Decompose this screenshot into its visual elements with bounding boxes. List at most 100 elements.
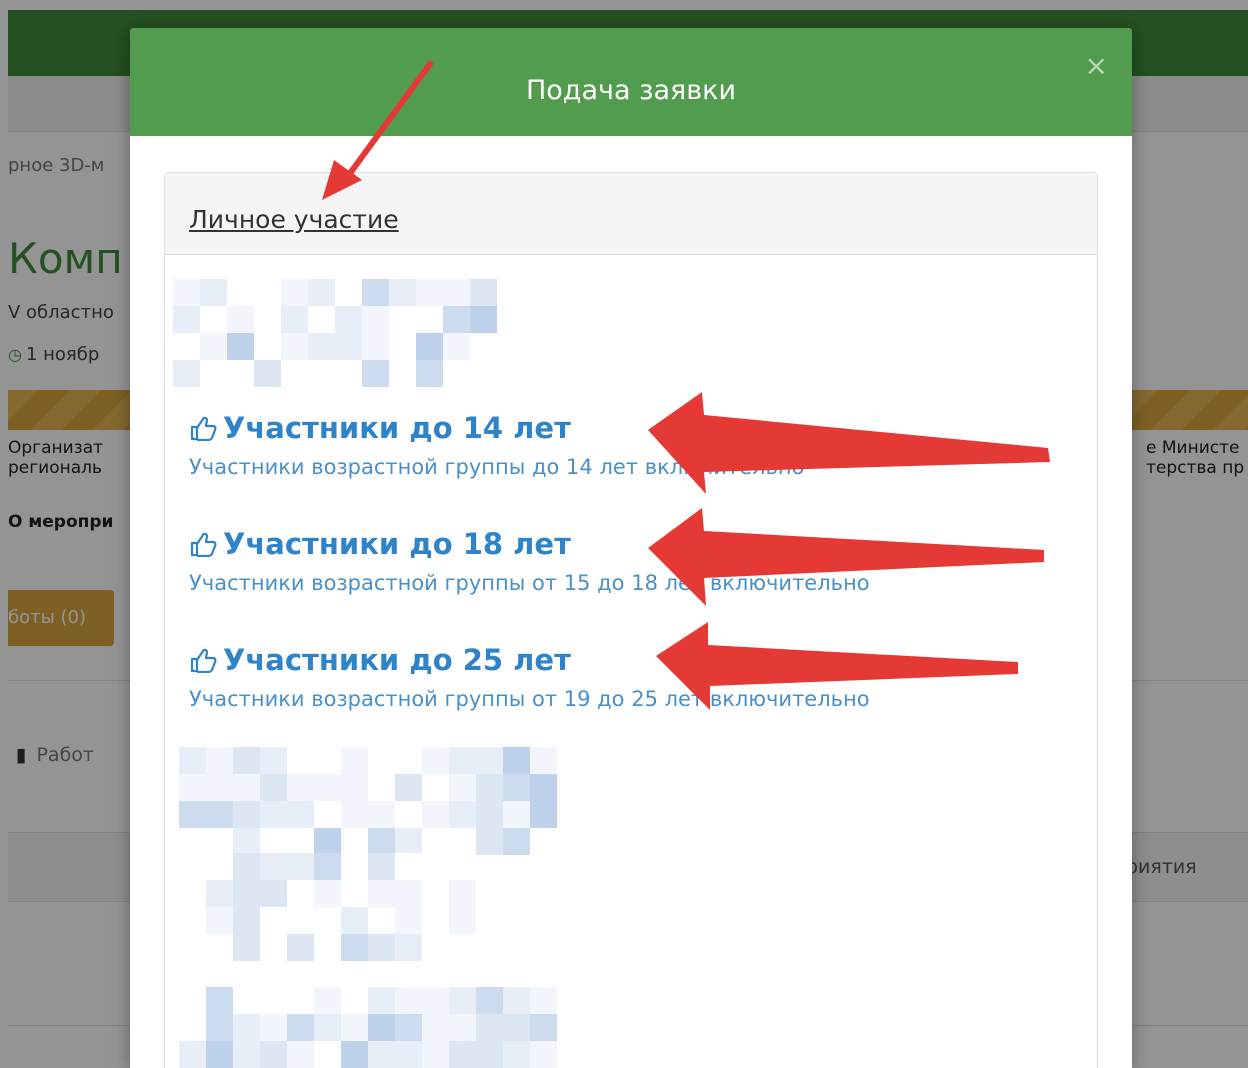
blur-pixel (179, 747, 206, 774)
option-title[interactable]: Участники до 18 лет (189, 525, 870, 563)
blur-pixel (308, 306, 335, 333)
blur-pixel (503, 774, 530, 801)
blur-pixel (308, 333, 335, 360)
blur-pixel (206, 987, 233, 1014)
blur-pixel (254, 279, 281, 306)
option-age-25[interactable]: Участники до 25 лет Участники возрастной… (189, 641, 870, 711)
blur-pixel (503, 801, 530, 828)
blur-pixel (179, 1014, 206, 1041)
option-description: Участники возрастной группы от 15 до 18 … (189, 571, 870, 595)
blur-pixel (179, 880, 206, 907)
blur-pixel (368, 907, 395, 934)
blur-pixel (233, 747, 260, 774)
blur-pixel (335, 360, 362, 387)
blur-pixel (287, 774, 314, 801)
blur-pixel (341, 801, 368, 828)
blur-pixel (422, 907, 449, 934)
blur-pixel (422, 801, 449, 828)
blur-pixel (476, 828, 503, 855)
blur-pixel (368, 1014, 395, 1041)
blur-pixel (227, 360, 254, 387)
close-icon[interactable]: × (1085, 50, 1108, 82)
blur-pixel (260, 774, 287, 801)
blurred-content (173, 279, 497, 387)
blur-pixel (233, 828, 260, 855)
blurred-content (179, 987, 557, 1068)
blur-pixel (233, 907, 260, 934)
blur-pixel (362, 306, 389, 333)
blur-pixel (287, 987, 314, 1014)
blur-pixel (287, 1014, 314, 1041)
blur-pixel (368, 801, 395, 828)
blur-pixel (389, 360, 416, 387)
blur-pixel (395, 853, 422, 880)
blur-pixel (422, 987, 449, 1014)
blur-pixel (260, 907, 287, 934)
blur-pixel (206, 801, 233, 828)
blur-pixel (227, 333, 254, 360)
personal-participation-link[interactable]: Личное участие (189, 205, 399, 234)
blur-pixel (206, 828, 233, 855)
blur-pixel (173, 279, 200, 306)
blur-pixel (416, 279, 443, 306)
blur-pixel (341, 987, 368, 1014)
blur-pixel (530, 987, 557, 1014)
blur-pixel (395, 774, 422, 801)
blur-pixel (227, 279, 254, 306)
blur-pixel (233, 801, 260, 828)
blur-pixel (206, 907, 233, 934)
blur-pixel (314, 907, 341, 934)
blur-pixel (281, 333, 308, 360)
blur-pixel (530, 1041, 557, 1068)
option-title[interactable]: Участники до 25 лет (189, 641, 870, 679)
blur-pixel (476, 1041, 503, 1068)
option-age-14[interactable]: Участники до 14 лет Участники возрастной… (189, 409, 804, 479)
option-title[interactable]: Участники до 14 лет (189, 409, 804, 447)
blur-pixel (314, 747, 341, 774)
blur-pixel (449, 828, 476, 855)
blur-pixel (341, 880, 368, 907)
blur-pixel (179, 853, 206, 880)
blur-pixel (422, 1041, 449, 1068)
blur-pixel (422, 747, 449, 774)
blur-pixel (341, 1041, 368, 1068)
blur-pixel (227, 306, 254, 333)
blur-pixel (530, 774, 557, 801)
blur-pixel (368, 853, 395, 880)
blur-pixel (476, 801, 503, 828)
blur-pixel (260, 880, 287, 907)
blur-pixel (530, 828, 557, 855)
blur-pixel (470, 306, 497, 333)
blur-pixel (443, 333, 470, 360)
blur-pixel (233, 1041, 260, 1068)
blur-pixel (395, 1041, 422, 1068)
blurred-content (179, 747, 557, 855)
blur-pixel (341, 907, 368, 934)
thumbs-up-icon (189, 415, 217, 441)
blur-pixel (422, 774, 449, 801)
option-title-text: Участники до 18 лет (223, 527, 571, 561)
blur-pixel (308, 360, 335, 387)
blur-pixel (449, 907, 476, 934)
option-age-18[interactable]: Участники до 18 лет Участники возрастной… (189, 525, 870, 595)
blur-pixel (260, 747, 287, 774)
blur-pixel (173, 306, 200, 333)
blur-pixel (530, 801, 557, 828)
blur-pixel (503, 1014, 530, 1041)
blur-pixel (530, 747, 557, 774)
blur-pixel (449, 1041, 476, 1068)
option-title-text: Участники до 25 лет (223, 643, 571, 677)
blur-pixel (389, 333, 416, 360)
blur-pixel (335, 279, 362, 306)
blur-pixel (449, 801, 476, 828)
blur-pixel (449, 853, 476, 880)
blur-pixel (179, 934, 206, 961)
blur-pixel (449, 1014, 476, 1041)
blur-pixel (281, 360, 308, 387)
blur-pixel (368, 880, 395, 907)
blur-pixel (314, 774, 341, 801)
blur-pixel (476, 747, 503, 774)
blur-pixel (395, 828, 422, 855)
blur-pixel (368, 934, 395, 961)
blur-pixel (287, 853, 314, 880)
